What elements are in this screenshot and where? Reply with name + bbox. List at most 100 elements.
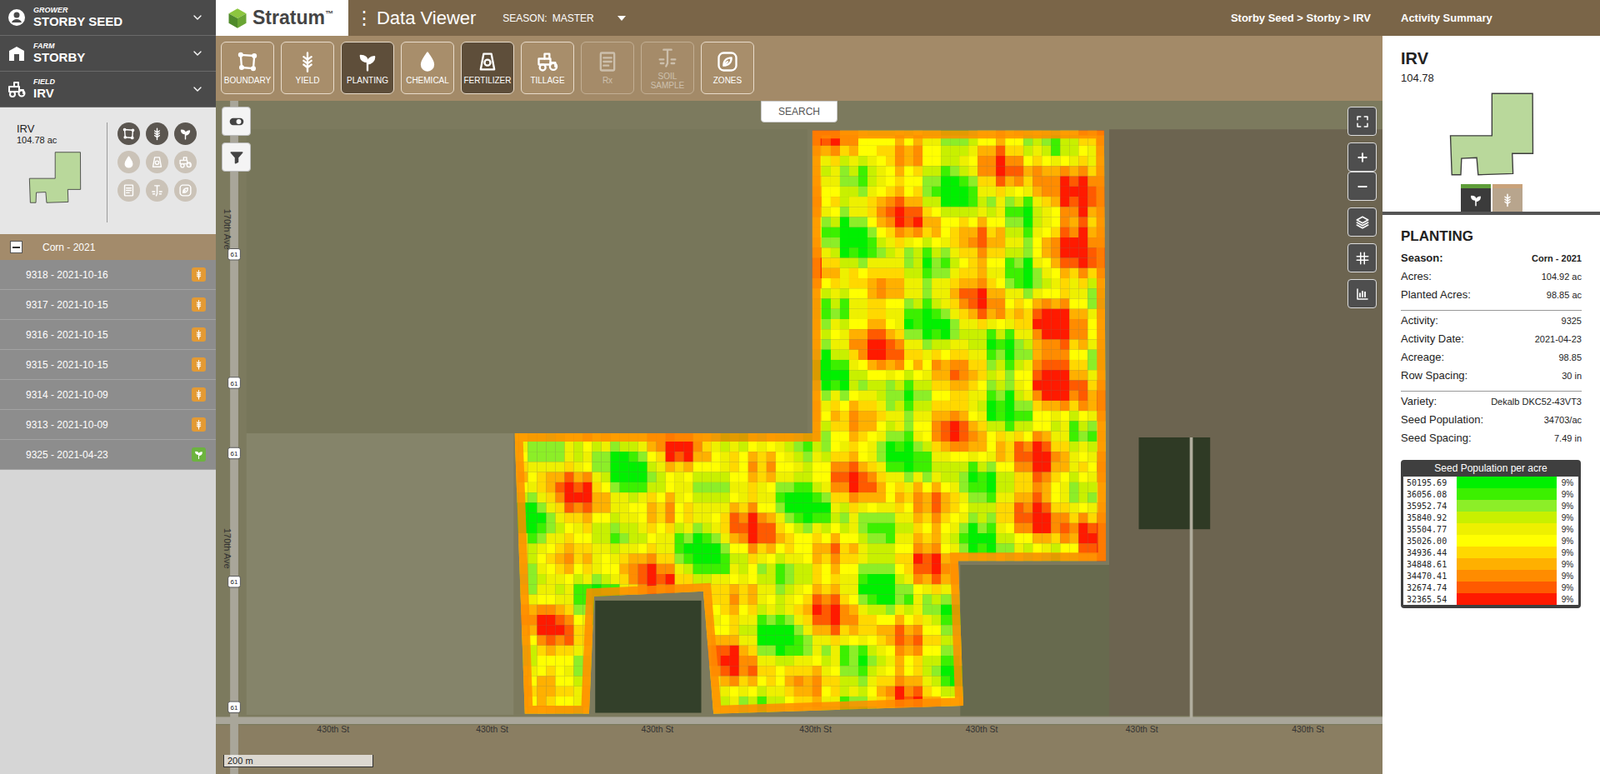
activity-row[interactable]: 9313 - 2021-10-09: [0, 410, 216, 440]
layer-button[interactable]: [174, 150, 197, 174]
activity-row[interactable]: 9315 - 2021-10-15: [0, 350, 216, 380]
legend-row: 36056.08 9%: [1403, 488, 1579, 500]
main: Stratum™ ⋮ Data Viewer SEASON: MASTER St…: [215, 0, 1383, 774]
svg-text:61: 61: [230, 250, 239, 259]
filter-button[interactable]: [221, 142, 251, 172]
tool-button[interactable]: PLANTING: [340, 41, 395, 95]
summary-field-shape: [1445, 92, 1538, 176]
planting-icon: [355, 50, 380, 74]
topbar: Stratum™ ⋮ Data Viewer SEASON: MASTER St…: [215, 0, 1383, 36]
activity-row[interactable]: 9316 - 2021-10-15: [0, 320, 216, 350]
summary-tab[interactable]: [1460, 184, 1491, 212]
fullscreen-button[interactable]: [1347, 106, 1377, 136]
svg-text:61: 61: [230, 380, 239, 388]
activity-row[interactable]: 9325 - 2021-04-23: [0, 440, 216, 470]
legend-swatch: [1456, 558, 1557, 570]
chevron-icon: [190, 10, 205, 25]
rx-icon: [595, 50, 620, 74]
detail-row: Acreage: 98.85: [1400, 350, 1582, 370]
chart-button[interactable]: [1347, 279, 1377, 309]
planting-icon: [178, 126, 193, 141]
activity-row[interactable]: 9314 - 2021-10-09: [0, 380, 216, 410]
zoom-out-button[interactable]: [1347, 171, 1377, 201]
selector-caption: FARM: [33, 42, 185, 51]
season-group[interactable]: Corn - 2021: [0, 234, 216, 260]
breadcrumb: Storby Seed > Storby > IRV: [1230, 11, 1371, 25]
layer-button[interactable]: [117, 150, 140, 174]
plus-icon: [1355, 150, 1370, 165]
farm-icon: [6, 43, 27, 64]
layer-button[interactable]: [117, 122, 140, 145]
tool-button[interactable]: BOUNDARY: [220, 41, 275, 95]
activity-summary: Activity Summary IRV 104.78 PLANTING Sea…: [1382, 0, 1600, 774]
svg-text:61: 61: [230, 450, 239, 458]
activity-row[interactable]: 9317 - 2021-10-15: [0, 290, 216, 320]
route-shield: 61: [228, 249, 241, 260]
collapse-icon[interactable]: [10, 240, 23, 254]
yield-icon: [150, 126, 165, 141]
detail-group: Activity: 9325Activity Date: 2021-04-23A…: [1400, 310, 1582, 391]
activity-row[interactable]: 9318 - 2021-10-16: [0, 260, 216, 290]
legend-row: 32674.74 9%: [1403, 581, 1579, 594]
detail-row: Activity: 9325: [1400, 314, 1582, 333]
tool-button[interactable]: Rx: [580, 41, 635, 95]
legend-title: Seed Population per acre: [1400, 460, 1581, 477]
activity-badge: [191, 417, 206, 432]
tool-button[interactable]: ZONES: [700, 41, 755, 95]
layer-button[interactable]: [117, 179, 140, 202]
yield-icon: [193, 329, 205, 340]
layers-button[interactable]: [1347, 207, 1377, 237]
selector[interactable]: FIELD IRV: [0, 71, 216, 108]
field-shape: [28, 151, 82, 204]
selector[interactable]: FARM STORBY: [0, 35, 216, 72]
layer-button[interactable]: [145, 179, 169, 202]
chevron-icon: [190, 82, 205, 96]
selector-value: STORBY: [33, 50, 185, 65]
tool-button[interactable]: TILLAGE: [520, 41, 575, 95]
toggle-button[interactable]: [221, 106, 251, 136]
planting-icon: [1468, 192, 1484, 208]
yield-icon: [193, 269, 205, 280]
legend-row: 35504.77 9%: [1403, 523, 1579, 535]
map-canvas[interactable]: 170th Ave170th Ave6161616161430th St430t…: [215, 100, 1383, 774]
boundary-icon: [235, 50, 260, 74]
field-block: IRV 104.78 ac: [0, 107, 216, 235]
yield-icon: [1500, 192, 1515, 208]
yield-icon: [295, 50, 320, 74]
logo[interactable]: Stratum™: [215, 0, 349, 36]
chevron-icon: [190, 46, 205, 60]
person-icon: [6, 7, 27, 28]
selector-value: IRV: [33, 86, 185, 101]
layer-button[interactable]: [174, 122, 197, 145]
field-icon: [6, 79, 27, 100]
tool-button[interactable]: FERTILIZER: [460, 41, 515, 95]
yield-icon: [193, 419, 205, 430]
tool-button[interactable]: SOIL SAMPLE: [640, 41, 695, 95]
selector[interactable]: GROWER STORBY SEED: [0, 0, 216, 36]
layer-button[interactable]: [174, 179, 197, 202]
selector-caption: GROWER: [33, 6, 185, 15]
grid-button[interactable]: [1347, 243, 1377, 273]
zoom-in-button[interactable]: [1347, 142, 1377, 172]
legend-row: 35026.00 9%: [1403, 535, 1579, 547]
zones-icon: [715, 50, 740, 74]
map[interactable]: 170th Ave170th Ave6161616161430th St430t…: [215, 100, 1383, 774]
legend-row: 35840.92 9%: [1403, 511, 1579, 524]
legend-swatch: [1456, 581, 1557, 594]
route-shield: 61: [228, 701, 241, 713]
search-button[interactable]: SEARCH: [760, 100, 838, 123]
legend-row: 50195.69 9%: [1403, 476, 1579, 489]
detail-row: Seed Population: 34703/ac: [1400, 413, 1582, 432]
summary-tab[interactable]: [1492, 184, 1523, 212]
season-dropdown[interactable]: SEASON: MASTER: [502, 12, 625, 25]
street-label: 430th St: [475, 725, 509, 735]
app-menu[interactable]: ⋮: [355, 7, 374, 30]
tool-button[interactable]: CHEMICAL: [400, 41, 455, 95]
detail-group: Season: Corn - 2021Acres: 104.92 acPlant…: [1400, 248, 1582, 310]
tool-button[interactable]: YIELD: [280, 41, 335, 95]
activity-badge: [191, 267, 206, 282]
layer-button[interactable]: [145, 122, 169, 145]
activity-label: 9313 - 2021-10-09: [25, 419, 109, 431]
layer-button[interactable]: [145, 150, 169, 174]
soil-icon: [655, 45, 680, 70]
